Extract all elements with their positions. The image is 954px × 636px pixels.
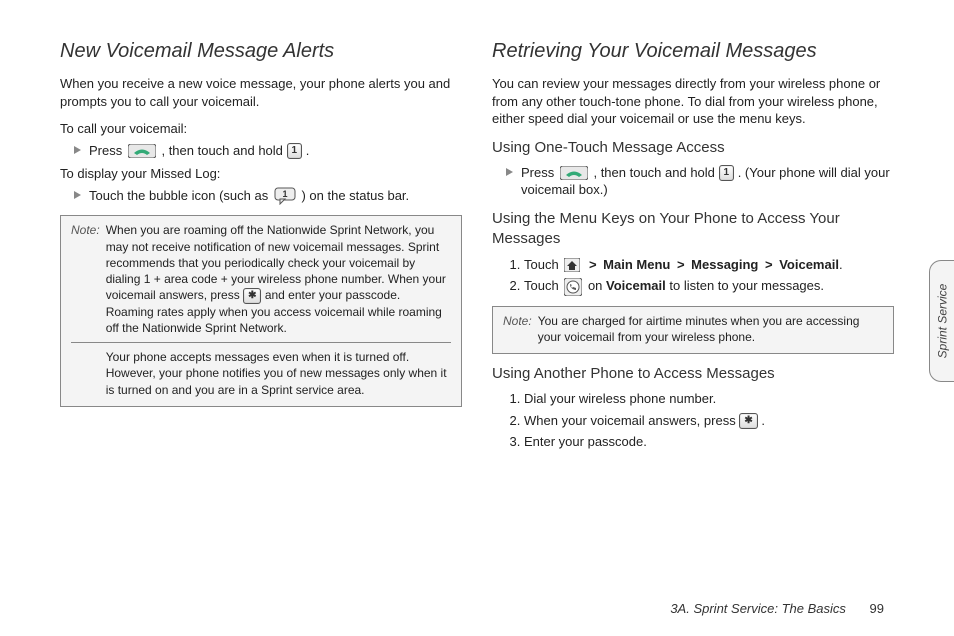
bullet-text: Touch the bubble icon (such as 1 ) on th…	[89, 187, 409, 206]
voicemail-bold: Voicemail	[606, 278, 666, 293]
note-roaming: Note: When you are roaming off the Natio…	[60, 215, 462, 407]
list-another-phone: Dial your wireless phone number. When yo…	[506, 390, 894, 451]
text: , then touch and hold	[161, 143, 286, 158]
text: Touch	[524, 257, 562, 272]
bullet-text: Press , then touch and hold 1 .	[89, 142, 309, 160]
key-star-icon: ✱	[739, 413, 757, 429]
text: Press	[89, 143, 126, 158]
right-column: Retrieving Your Voicemail Messages You c…	[492, 38, 894, 606]
menu-messaging: Messaging	[691, 257, 758, 272]
menu-main: Main Menu	[603, 257, 670, 272]
gt-icon: >	[677, 257, 685, 272]
text: .	[306, 143, 310, 158]
note-label: Note:	[71, 222, 100, 238]
bubble-1-icon: 1	[274, 187, 296, 205]
list-item: Dial your wireless phone number.	[524, 390, 894, 408]
key-1-icon: 1	[287, 143, 303, 159]
side-tab: Sprint Service	[929, 260, 954, 382]
note-divider	[71, 342, 451, 343]
list-item: When your voicemail answers, press ✱ .	[524, 412, 894, 430]
bullet-call-voicemail: Press , then touch and hold 1 .	[74, 142, 462, 160]
text: .	[761, 413, 765, 428]
list-item: Touch > Main Menu > Messaging > Voicemai…	[524, 256, 894, 274]
sub-missed-log: To display your Missed Log:	[60, 165, 462, 183]
text: to listen to your messages.	[669, 278, 824, 293]
lead-left: When you receive a new voice message, yo…	[60, 75, 462, 110]
subheading-one-touch: Using One-Touch Message Access	[492, 138, 894, 158]
text: Touch	[524, 278, 562, 293]
svg-text:1: 1	[282, 189, 287, 199]
home-icon	[564, 258, 580, 272]
bullet-one-touch: Press , then touch and hold 1 . (Your ph…	[506, 164, 894, 199]
note-airtime: Note: You are charged for airtime minute…	[492, 306, 894, 354]
note-label: Note:	[503, 313, 532, 329]
lead-right: You can review your messages directly fr…	[492, 75, 894, 128]
bullet-icon	[506, 168, 513, 176]
text: Press	[521, 165, 558, 180]
list-menu-keys: Touch > Main Menu > Messaging > Voicemai…	[506, 256, 894, 296]
text: When your voicemail answers, press	[524, 413, 739, 428]
bullet-text: Press , then touch and hold 1 . (Your ph…	[521, 164, 894, 199]
note-body-1: When you are roaming off the Nationwide …	[106, 222, 451, 336]
key-1-icon: 1	[719, 165, 735, 181]
gt-icon: >	[589, 257, 597, 272]
note-body-2: Your phone accepts messages even when it…	[106, 349, 451, 398]
footer-title: 3A. Sprint Service: The Basics	[670, 601, 846, 616]
list-item: Enter your passcode.	[524, 433, 894, 451]
text: Touch the bubble icon (such as	[89, 188, 272, 203]
footer: 3A. Sprint Service: The Basics 99	[670, 601, 884, 616]
call-icon	[560, 166, 588, 180]
gt-icon: >	[765, 257, 773, 272]
text: on	[588, 278, 606, 293]
text: ) on the status bar.	[301, 188, 409, 203]
subheading-another-phone: Using Another Phone to Access Messages	[492, 364, 894, 384]
sub-call-voicemail: To call your voicemail:	[60, 120, 462, 138]
footer-page-number: 99	[870, 601, 884, 616]
bullet-icon	[74, 146, 81, 154]
call-icon	[128, 144, 156, 158]
text: , then touch and hold	[593, 165, 718, 180]
left-column: New Voicemail Message Alerts When you re…	[60, 38, 462, 606]
note-body: You are charged for airtime minutes when…	[538, 313, 883, 345]
page-content: New Voicemail Message Alerts When you re…	[0, 0, 954, 636]
heading-retrieving-voicemail: Retrieving Your Voicemail Messages	[492, 38, 894, 65]
key-star-icon: ✱	[243, 288, 261, 304]
menu-voicemail: Voicemail	[779, 257, 839, 272]
bullet-icon	[74, 191, 81, 199]
subheading-menu-keys: Using the Menu Keys on Your Phone to Acc…	[492, 209, 894, 250]
side-tab-label: Sprint Service	[935, 284, 949, 359]
list-item: Touch on Voicemail to listen to your mes…	[524, 277, 894, 296]
phone-circle-icon	[564, 278, 582, 296]
heading-new-voicemail-alerts: New Voicemail Message Alerts	[60, 38, 462, 65]
bullet-missed-log: Touch the bubble icon (such as 1 ) on th…	[74, 187, 462, 206]
